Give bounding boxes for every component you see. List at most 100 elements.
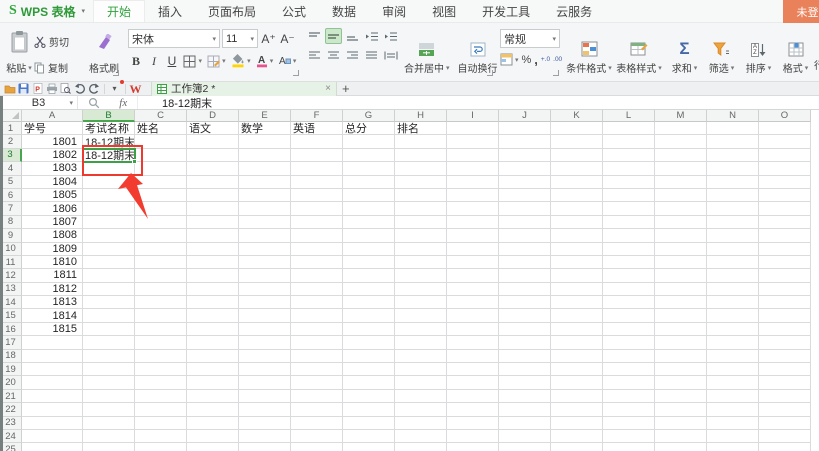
grid-cell-I12[interactable] xyxy=(447,269,499,282)
column-header-O[interactable]: O xyxy=(759,110,811,122)
grid-cell-K13[interactable] xyxy=(551,283,603,296)
grid-cell-M19[interactable] xyxy=(655,363,707,376)
align-left-button[interactable] xyxy=(306,47,323,63)
grid-cell-H3[interactable] xyxy=(395,149,447,162)
grid-cell-J6[interactable] xyxy=(499,189,551,202)
cut-button[interactable]: 剪切 xyxy=(34,34,86,49)
grid-cell-M5[interactable] xyxy=(655,176,707,189)
grid-cell-C15[interactable] xyxy=(135,309,187,322)
grid-cell-N10[interactable] xyxy=(707,243,759,256)
underline-button[interactable]: U xyxy=(164,52,180,70)
grid-cell-K24[interactable] xyxy=(551,430,603,443)
grid-cell-H2[interactable] xyxy=(395,135,447,148)
rows-columns-button[interactable]: 行 xyxy=(814,57,819,79)
table-style-button[interactable]: 表格样式▾ xyxy=(614,26,664,79)
grid-cell-I8[interactable] xyxy=(447,216,499,229)
grid-cell-B13[interactable] xyxy=(83,283,135,296)
grid-cell-N7[interactable] xyxy=(707,202,759,215)
grid-cell-E8[interactable] xyxy=(239,216,291,229)
row-header-11[interactable]: 11 xyxy=(0,256,22,269)
column-header-G[interactable]: G xyxy=(343,110,395,122)
grid-cell-F16[interactable] xyxy=(291,323,343,336)
row-header-8[interactable]: 8 xyxy=(0,216,22,229)
grid-cell-F23[interactable] xyxy=(291,417,343,430)
grid-cell-K1[interactable] xyxy=(551,122,603,135)
grid-cell-L1[interactable] xyxy=(603,122,655,135)
print-preview-button[interactable] xyxy=(59,82,72,95)
grid-cell-L6[interactable] xyxy=(603,189,655,202)
fill-color-button[interactable]: ▾ xyxy=(229,54,253,68)
grid-cell-H19[interactable] xyxy=(395,363,447,376)
copy-button[interactable]: 复制 xyxy=(34,60,86,75)
grid-cell-C18[interactable] xyxy=(135,350,187,363)
grid-cell-L18[interactable] xyxy=(603,350,655,363)
row-header-24[interactable]: 24 xyxy=(0,430,22,443)
column-header-N[interactable]: N xyxy=(707,110,759,122)
grid-cell-L20[interactable] xyxy=(603,376,655,389)
grid-cell-A20[interactable] xyxy=(22,376,83,389)
grid-cell-H24[interactable] xyxy=(395,430,447,443)
menu-tab-3[interactable]: 公式 xyxy=(269,0,319,22)
grid-cell-O23[interactable] xyxy=(759,417,811,430)
print-button[interactable] xyxy=(45,82,58,95)
grid-cell-D3[interactable] xyxy=(187,149,239,162)
grid-cell-A17[interactable] xyxy=(22,336,83,349)
grid-cell-I21[interactable] xyxy=(447,390,499,403)
grid-cell-L11[interactable] xyxy=(603,256,655,269)
grid-cell-G12[interactable] xyxy=(343,269,395,282)
grid-cell-A12[interactable]: 1811 xyxy=(22,269,83,282)
row-header-10[interactable]: 10 xyxy=(0,243,22,256)
grid-cell-F3[interactable] xyxy=(291,149,343,162)
sum-button[interactable]: Σ 求和▾ xyxy=(666,26,703,79)
menu-tab-7[interactable]: 开发工具 xyxy=(469,0,543,22)
grid-cell-M24[interactable] xyxy=(655,430,707,443)
grid-cell-H14[interactable] xyxy=(395,296,447,309)
grid-cell-D21[interactable] xyxy=(187,390,239,403)
customize-toolbar-button[interactable]: ▾ xyxy=(108,82,121,95)
grid-cell-A7[interactable]: 1806 xyxy=(22,202,83,215)
format-painter-button[interactable]: 格式刷 xyxy=(86,60,122,75)
grid-cell-I13[interactable] xyxy=(447,283,499,296)
grid-cell-M11[interactable] xyxy=(655,256,707,269)
grid-cell-K7[interactable] xyxy=(551,202,603,215)
grid-cell-K22[interactable] xyxy=(551,403,603,416)
increase-indent-button[interactable] xyxy=(382,28,399,44)
grid-cell-B15[interactable] xyxy=(83,309,135,322)
grid-cell-N13[interactable] xyxy=(707,283,759,296)
grid-cell-O6[interactable] xyxy=(759,189,811,202)
row-header-15[interactable]: 15 xyxy=(0,309,22,322)
row-header-4[interactable]: 4 xyxy=(0,162,22,175)
grid-cell-K20[interactable] xyxy=(551,376,603,389)
grid-cell-E15[interactable] xyxy=(239,309,291,322)
grid-cell-F20[interactable] xyxy=(291,376,343,389)
search-icon[interactable] xyxy=(88,97,100,109)
grid-cell-G13[interactable] xyxy=(343,283,395,296)
column-header-L[interactable]: L xyxy=(603,110,655,122)
bold-button[interactable]: B xyxy=(128,52,144,70)
grid-cell-E11[interactable] xyxy=(239,256,291,269)
grid-cell-L7[interactable] xyxy=(603,202,655,215)
grid-cell-K16[interactable] xyxy=(551,323,603,336)
align-top-button[interactable] xyxy=(306,28,323,44)
grid-cell-L8[interactable] xyxy=(603,216,655,229)
grid-cell-O1[interactable] xyxy=(759,122,811,135)
align-middle-button[interactable] xyxy=(325,28,342,44)
grid-cell-N18[interactable] xyxy=(707,350,759,363)
grid-cell-E2[interactable] xyxy=(239,135,291,148)
row-header-12[interactable]: 12 xyxy=(0,269,22,282)
grid-cell-O20[interactable] xyxy=(759,376,811,389)
grid-cell-G17[interactable] xyxy=(343,336,395,349)
grid-cell-G20[interactable] xyxy=(343,376,395,389)
grid-cell-I16[interactable] xyxy=(447,323,499,336)
undo-button[interactable] xyxy=(73,82,86,95)
insert-function-button[interactable]: fx xyxy=(119,97,127,109)
grid-cell-M16[interactable] xyxy=(655,323,707,336)
grid-cell-E6[interactable] xyxy=(239,189,291,202)
grid-cell-D17[interactable] xyxy=(187,336,239,349)
grid-cell-D12[interactable] xyxy=(187,269,239,282)
grid-cell-F13[interactable] xyxy=(291,283,343,296)
grid-cell-D16[interactable] xyxy=(187,323,239,336)
font-family-select[interactable]: 宋体▾ xyxy=(128,29,220,48)
grid-cell-L2[interactable] xyxy=(603,135,655,148)
comma-button[interactable]: , xyxy=(534,52,538,67)
